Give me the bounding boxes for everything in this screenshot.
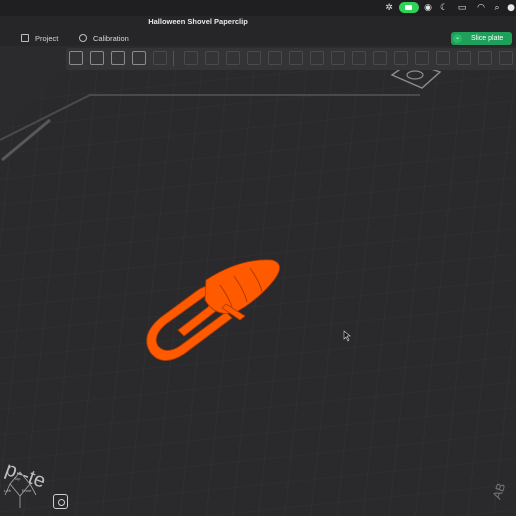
window-title: Halloween Shovel Paperclip (148, 17, 248, 26)
axis-label-top: Top (14, 476, 21, 481)
axis-label-left: Left (4, 488, 12, 493)
axis-label-front: Front (22, 488, 32, 493)
color-paint-icon[interactable] (331, 51, 345, 65)
siri-icon[interactable]: ● (506, 3, 516, 13)
scale-icon[interactable] (205, 51, 219, 65)
mesh-boolean-icon[interactable] (268, 51, 282, 65)
place-face-icon[interactable] (226, 51, 240, 65)
play-icon[interactable]: ◉ (423, 3, 433, 13)
chevron-down-icon[interactable]: ⌄ (453, 34, 462, 43)
rotate-icon[interactable] (184, 51, 198, 65)
wifi-icon[interactable]: ◠ (476, 3, 486, 13)
toolbar-separator (173, 51, 174, 66)
tab-project[interactable]: Project (21, 33, 58, 45)
measure-icon[interactable] (394, 51, 408, 65)
tab-project-label: Project (35, 34, 59, 43)
record-icon[interactable]: ✲ (384, 3, 394, 13)
split-parts-icon[interactable] (457, 51, 471, 65)
move-icon[interactable] (153, 51, 167, 65)
orient-icon[interactable] (111, 51, 125, 65)
search-icon[interactable]: ⌕ (492, 3, 502, 13)
slice-plate-label: Slice plate (471, 35, 504, 42)
zoom-fit-icon[interactable] (53, 494, 68, 509)
arrange-grid-icon[interactable] (90, 51, 104, 65)
slice-preview-icon[interactable] (478, 51, 492, 65)
variable-layer-icon[interactable] (415, 51, 429, 65)
battery-icon[interactable]: ▭ (457, 3, 467, 13)
tab-calibration-label: Calibration (93, 34, 129, 43)
moon-icon[interactable]: ☾ (439, 3, 449, 13)
seam-paint-icon[interactable] (310, 51, 324, 65)
assembly-icon[interactable] (373, 51, 387, 65)
calibration-icon (79, 34, 87, 42)
slice-plate-button[interactable]: ⌄ Slice plate (451, 32, 512, 45)
text-icon[interactable] (352, 51, 366, 65)
add-cube-icon[interactable] (69, 51, 83, 65)
cut-icon[interactable] (247, 51, 261, 65)
more-tools-icon[interactable] (499, 51, 513, 65)
project-icon (21, 34, 29, 42)
split-objects-icon[interactable] (436, 51, 450, 65)
layout-icon[interactable] (132, 51, 146, 65)
tab-calibration[interactable]: Calibration (79, 33, 129, 45)
support-paint-icon[interactable] (289, 51, 303, 65)
build-plate-viewport[interactable]: p--te AB Top Left Front (0, 46, 516, 516)
camera-icon[interactable] (399, 2, 419, 13)
